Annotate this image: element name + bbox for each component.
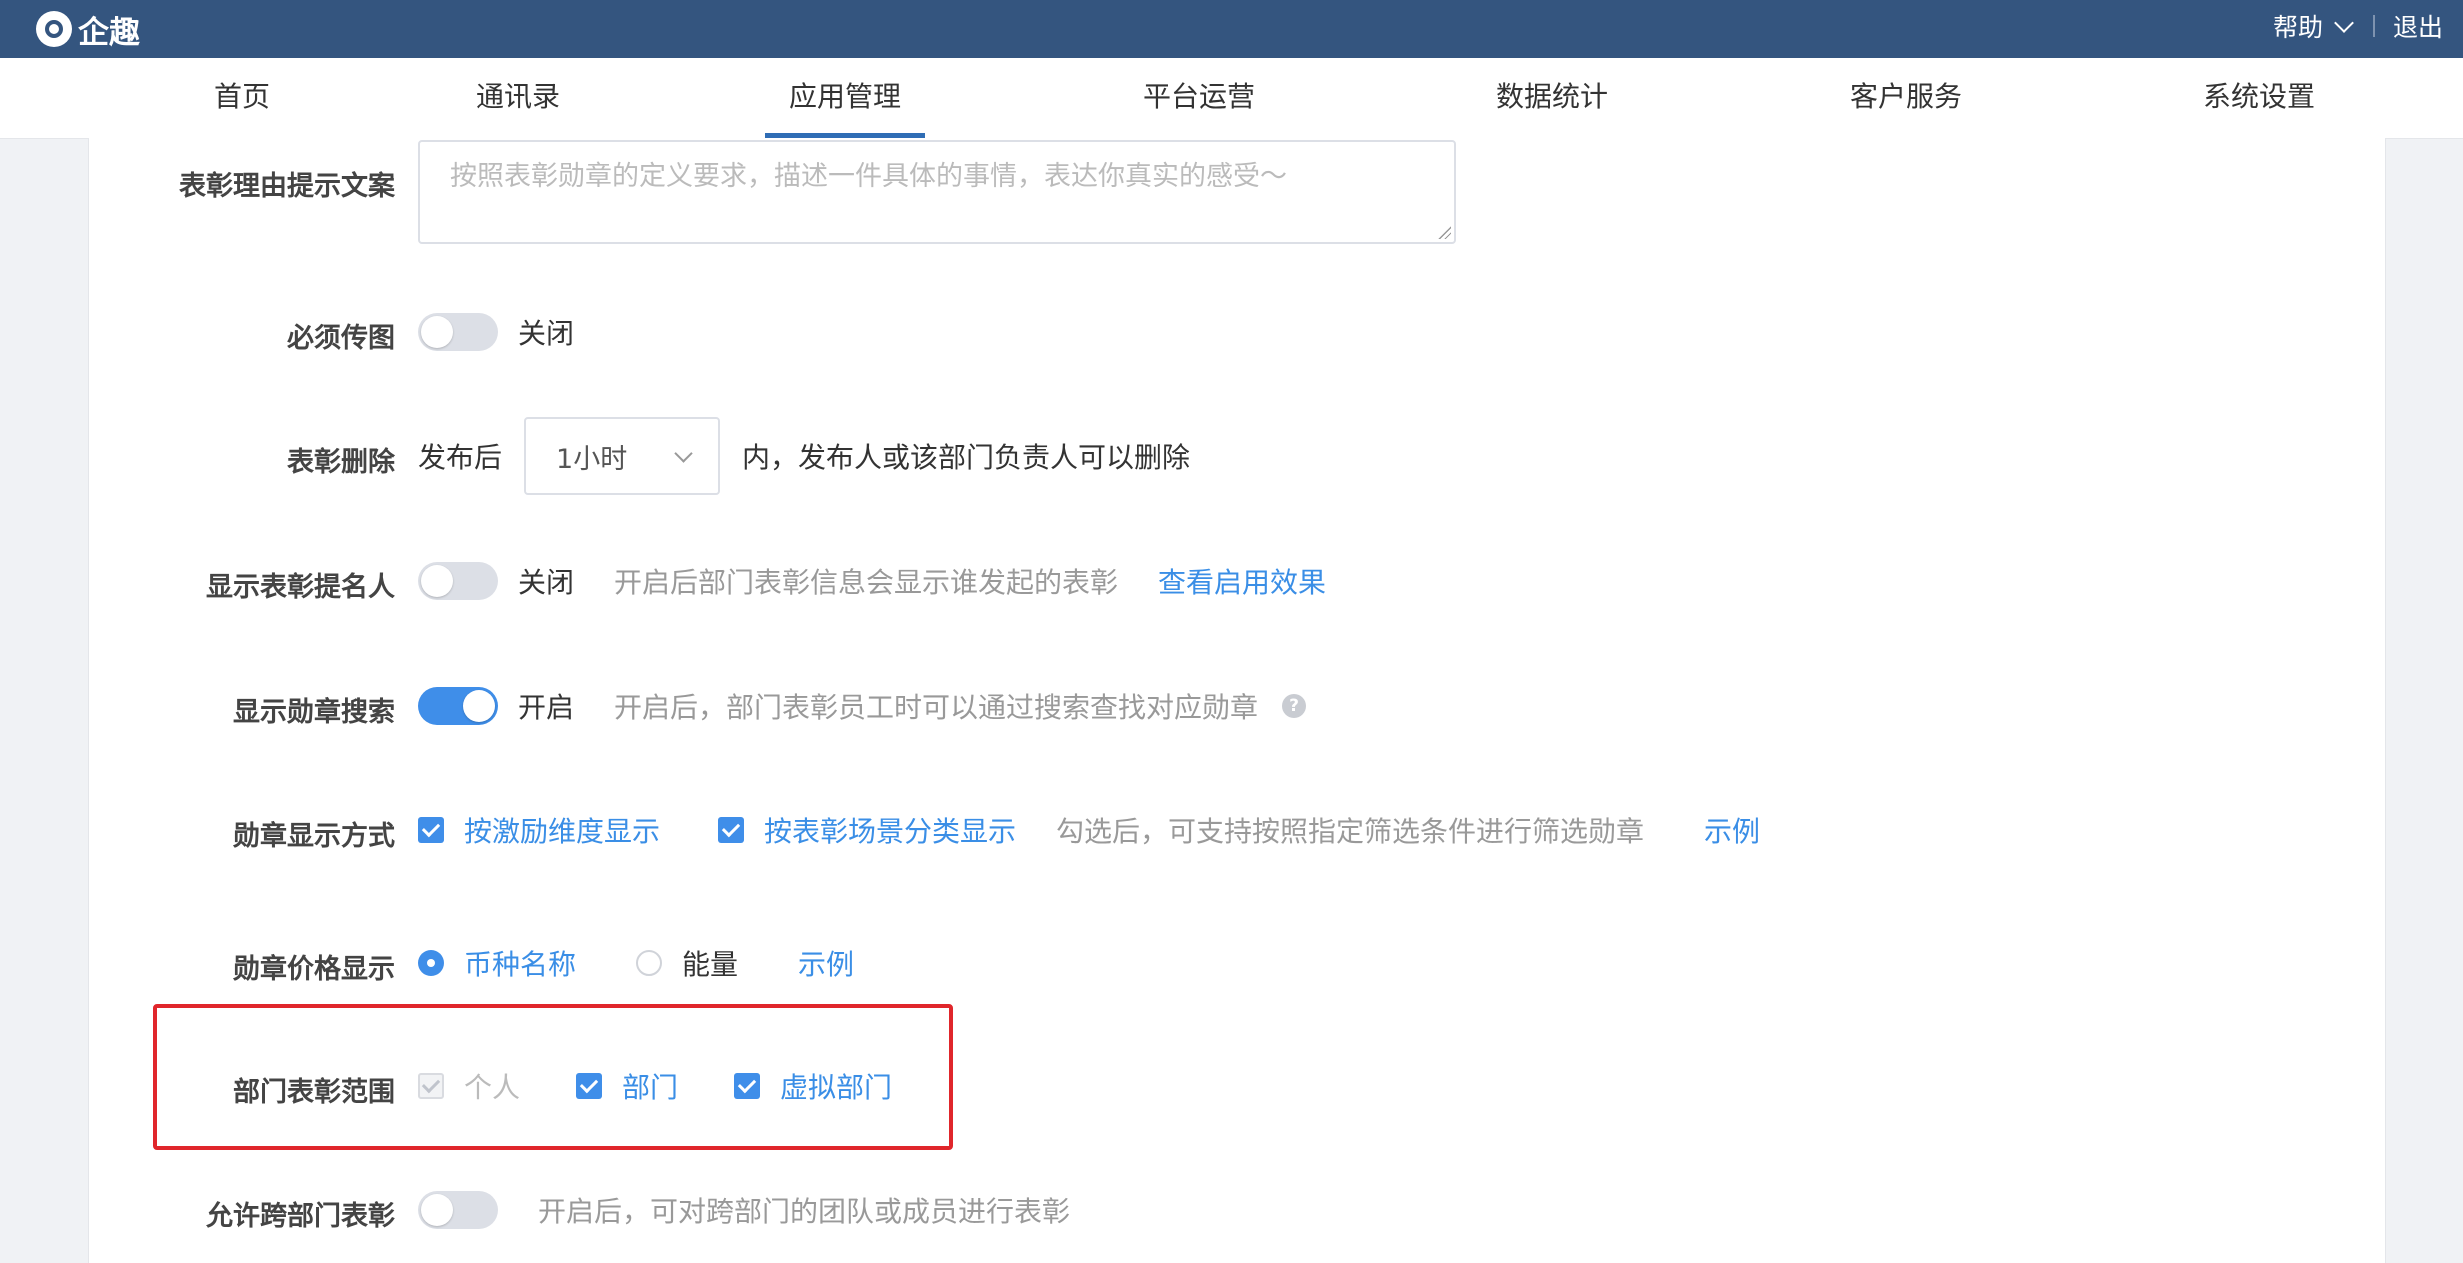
must-upload-label: 必须传图 <box>287 323 395 354</box>
show-nominator-label: 显示表彰提名人 <box>206 572 395 603</box>
nav-item-contacts[interactable]: 通讯录 <box>476 58 560 138</box>
energy-label[interactable]: 能量 <box>682 943 738 983</box>
radio-currency-name[interactable] <box>418 950 444 976</box>
top-bar: 企趣 帮助 退出 <box>0 0 2463 58</box>
virtual-department-label[interactable]: 虚拟部门 <box>780 1066 892 1106</box>
nav-item-home[interactable]: 首页 <box>214 58 270 138</box>
checkbox-virtual-department[interactable] <box>734 1073 761 1099</box>
logout-link[interactable]: 退出 <box>2393 8 2443 44</box>
currency-name-label[interactable]: 币种名称 <box>464 943 576 983</box>
app-name: 企趣 <box>78 14 140 51</box>
medal-display-label: 勋章显示方式 <box>233 821 395 852</box>
cross-dept-label: 允许跨部门表彰 <box>206 1201 395 1232</box>
nav-item-app-management[interactable]: 应用管理 <box>764 58 926 138</box>
checkbox-individual <box>418 1073 444 1099</box>
medal-search-hint: 开启后，部门表彰员工时可以通过搜索查找对应勋章 <box>614 691 1259 724</box>
cross-dept-switch[interactable] <box>418 1191 498 1229</box>
show-nominator-switch[interactable] <box>418 562 498 600</box>
logo-icon <box>36 11 72 47</box>
by-dimension-label[interactable]: 按激励维度显示 <box>464 810 660 850</box>
delete-prefix: 发布后 <box>418 441 503 474</box>
medal-display-hint: 勾选后，可支持按照指定筛选条件进行筛选勋章 <box>1056 815 1645 848</box>
medal-search-label: 显示勋章搜索 <box>233 697 395 728</box>
medal-price-label: 勋章价格显示 <box>233 954 395 985</box>
checkbox-by-scene[interactable] <box>718 817 745 843</box>
header-divider <box>2372 15 2375 37</box>
medal-search-state: 开启 <box>518 691 575 724</box>
resize-handle-icon[interactable] <box>1437 225 1451 239</box>
reason-hint-label: 表彰理由提示文案 <box>179 171 395 202</box>
radio-energy[interactable] <box>636 950 663 976</box>
cross-dept-hint: 开启后，可对跨部门的团队或成员进行表彰 <box>538 1195 1071 1228</box>
scope-label: 部门表彰范围 <box>233 1077 395 1108</box>
reason-hint-textarea[interactable]: 按照表彰勋章的定义要求，描述一件具体的事情，表达你真实的感受～ <box>418 140 1456 244</box>
medal-search-switch[interactable] <box>418 687 498 725</box>
department-label[interactable]: 部门 <box>622 1066 678 1106</box>
medal-display-example-link[interactable]: 示例 <box>1704 810 1760 850</box>
show-nominator-state: 关闭 <box>518 566 575 599</box>
help-label: 帮助 <box>2272 13 2323 42</box>
help-menu[interactable]: 帮助 <box>2272 8 2354 44</box>
individual-label: 个人 <box>464 1071 521 1104</box>
delete-suffix: 内，发布人或该部门负责人可以删除 <box>742 441 1191 474</box>
chevron-down-icon <box>2334 13 2354 33</box>
checkbox-department[interactable] <box>576 1073 603 1099</box>
by-scene-label[interactable]: 按表彰场景分类显示 <box>764 810 1016 850</box>
medal-price-example-link[interactable]: 示例 <box>798 943 854 983</box>
delete-label: 表彰删除 <box>287 447 395 478</box>
delete-time-value: 1小时 <box>556 443 628 475</box>
chevron-down-icon <box>674 444 693 463</box>
main-nav: 首页 通讯录 应用管理 平台运营 数据统计 客户服务 系统设置 <box>0 58 2463 139</box>
view-effect-link[interactable]: 查看启用效果 <box>1158 561 1326 601</box>
nav-item-system-settings[interactable]: 系统设置 <box>2203 58 2315 138</box>
reason-hint-placeholder: 按照表彰勋章的定义要求，描述一件具体的事情，表达你真实的感受～ <box>450 161 1287 192</box>
nav-item-platform-ops[interactable]: 平台运营 <box>1143 58 1255 138</box>
checkbox-by-dimension[interactable] <box>418 817 444 843</box>
delete-time-select[interactable]: 1小时 <box>524 417 721 495</box>
show-nominator-hint: 开启后部门表彰信息会显示谁发起的表彰 <box>614 566 1119 599</box>
must-upload-state: 关闭 <box>518 317 575 350</box>
app-logo[interactable]: 企趣 <box>36 8 140 51</box>
must-upload-switch[interactable] <box>418 313 498 351</box>
help-circle-icon[interactable]: ? <box>1282 694 1307 718</box>
nav-item-customer-service[interactable]: 客户服务 <box>1850 58 1962 138</box>
nav-item-data-stats[interactable]: 数据统计 <box>1496 58 1608 138</box>
